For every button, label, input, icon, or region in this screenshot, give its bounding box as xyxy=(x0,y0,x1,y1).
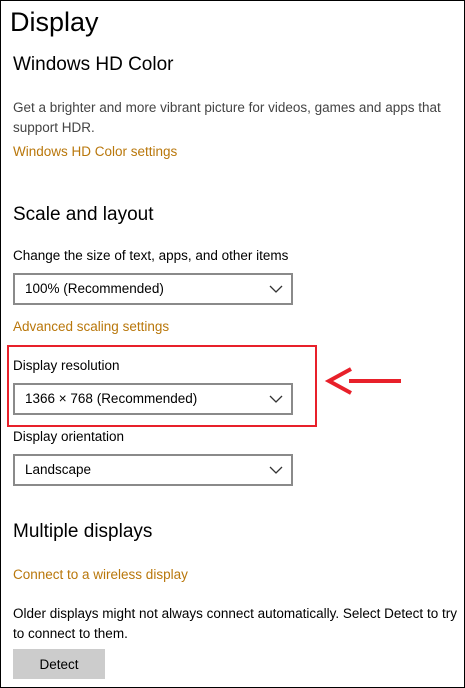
orientation-label: Display orientation xyxy=(13,429,125,444)
scale-dropdown-value: 100% (Recommended) xyxy=(25,281,164,296)
multiple-displays-heading: Multiple displays xyxy=(13,521,153,542)
chevron-down-icon xyxy=(269,395,283,403)
hd-color-settings-link[interactable]: Windows HD Color settings xyxy=(13,142,177,162)
hd-color-description: Get a brighter and more vibrant picture … xyxy=(13,100,441,135)
detect-button[interactable]: Detect xyxy=(13,649,105,679)
advanced-scaling-link[interactable]: Advanced scaling settings xyxy=(13,317,169,337)
scale-label: Change the size of text, apps, and other… xyxy=(13,248,289,263)
display-settings-window: Display Windows HD Color Get a brighter … xyxy=(0,0,465,688)
orientation-dropdown-value: Landscape xyxy=(25,462,92,477)
resolution-label: Display resolution xyxy=(13,358,120,373)
resolution-dropdown-value: 1366 × 768 (Recommended) xyxy=(25,391,198,406)
scale-dropdown[interactable]: 100% (Recommended) xyxy=(13,273,293,305)
scale-layout-heading: Scale and layout xyxy=(13,204,154,225)
detect-description: Older displays might not always connect … xyxy=(13,606,457,641)
page-title: Display xyxy=(10,7,99,37)
orientation-dropdown[interactable]: Landscape xyxy=(13,454,293,486)
resolution-dropdown[interactable]: 1366 × 768 (Recommended) xyxy=(13,383,293,415)
wireless-display-link[interactable]: Connect to a wireless display xyxy=(13,565,188,585)
arrow-left-icon xyxy=(324,367,401,395)
chevron-down-icon xyxy=(269,466,283,474)
hd-color-heading: Windows HD Color xyxy=(13,54,174,75)
chevron-down-icon xyxy=(269,285,283,293)
